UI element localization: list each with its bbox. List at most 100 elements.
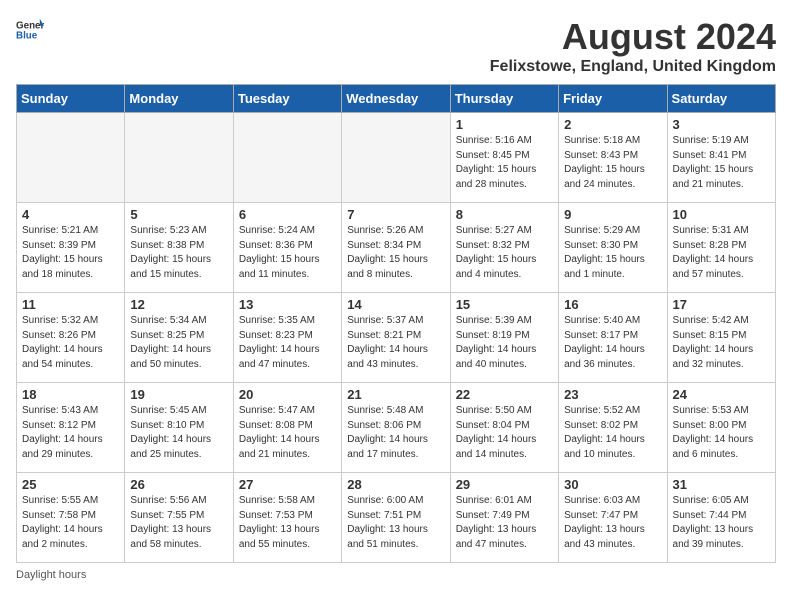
day-info: Sunrise: 5:43 AMSunset: 8:12 PMDaylight:… — [22, 404, 119, 462]
calendar-cell: 23 Sunrise: 5:52 AMSunset: 8:02 PMDayligh… — [559, 383, 667, 473]
day-info: Sunrise: 5:40 AMSunset: 8:17 PMDaylight:… — [564, 314, 661, 372]
day-info: Sunrise: 5:42 AMSunset: 8:15 PMDaylight:… — [673, 314, 770, 372]
day-info: Sunrise: 5:45 AMSunset: 8:10 PMDaylight:… — [130, 404, 227, 462]
day-info: Sunrise: 5:27 AMSunset: 8:32 PMDaylight:… — [456, 224, 553, 282]
day-info: Sunrise: 5:16 AMSunset: 8:45 PMDaylight:… — [456, 134, 553, 192]
day-number: 7 — [347, 207, 444, 222]
calendar-cell: 26 Sunrise: 5:56 AMSunset: 7:55 PMDayligh… — [125, 473, 233, 563]
calendar-cell: 28 Sunrise: 6:00 AMSunset: 7:51 PMDayligh… — [342, 473, 450, 563]
col-header-wednesday: Wednesday — [342, 85, 450, 113]
day-number: 4 — [22, 207, 119, 222]
day-number: 16 — [564, 297, 661, 312]
calendar-cell: 7Sunrise: 5:26 AMSunset: 8:34 PMDaylight… — [342, 203, 450, 293]
col-header-friday: Friday — [559, 85, 667, 113]
calendar-cell: 12 Sunrise: 5:34 AMSunset: 8:25 PMDayligh… — [125, 293, 233, 383]
day-info: Sunrise: 6:05 AMSunset: 7:44 PMDaylight:… — [673, 494, 770, 552]
header: General Blue August 2024 Felixstowe, Eng… — [16, 16, 776, 76]
day-info: Sunrise: 5:31 AMSunset: 8:28 PMDaylight:… — [673, 224, 770, 282]
day-number: 8 — [456, 207, 553, 222]
logo-icon: General Blue — [16, 16, 44, 44]
day-info: Sunrise: 5:23 AMSunset: 8:38 PMDaylight:… — [130, 224, 227, 282]
day-info: Sunrise: 5:58 AMSunset: 7:53 PMDaylight:… — [239, 494, 336, 552]
day-info: Sunrise: 5:53 AMSunset: 8:00 PMDaylight:… — [673, 404, 770, 462]
col-header-thursday: Thursday — [450, 85, 558, 113]
day-number: 23 — [564, 387, 661, 402]
day-info: Sunrise: 5:21 AMSunset: 8:39 PMDaylight:… — [22, 224, 119, 282]
day-number: 11 — [22, 297, 119, 312]
footer-note: Daylight hours — [16, 569, 776, 581]
day-number: 10 — [673, 207, 770, 222]
col-header-monday: Monday — [125, 85, 233, 113]
day-info: Sunrise: 5:39 AMSunset: 8:19 PMDaylight:… — [456, 314, 553, 372]
day-number: 26 — [130, 477, 227, 492]
calendar-cell: 13 Sunrise: 5:35 AMSunset: 8:23 PMDayligh… — [233, 293, 341, 383]
calendar-cell: 18 Sunrise: 5:43 AMSunset: 8:12 PMDayligh… — [17, 383, 125, 473]
col-header-saturday: Saturday — [667, 85, 775, 113]
day-info: Sunrise: 5:29 AMSunset: 8:30 PMDaylight:… — [564, 224, 661, 282]
day-info: Sunrise: 5:47 AMSunset: 8:08 PMDaylight:… — [239, 404, 336, 462]
col-header-sunday: Sunday — [17, 85, 125, 113]
day-number: 18 — [22, 387, 119, 402]
week-row-5: 25Sunrise: 5:55 AMSunset: 7:58 PMDayligh… — [17, 473, 776, 563]
calendar-cell: 9 Sunrise: 5:29 AMSunset: 8:30 PMDaylight… — [559, 203, 667, 293]
col-header-tuesday: Tuesday — [233, 85, 341, 113]
calendar-cell — [342, 113, 450, 203]
calendar-cell: 25Sunrise: 5:55 AMSunset: 7:58 PMDayligh… — [17, 473, 125, 563]
day-number: 5 — [130, 207, 227, 222]
calendar-cell: 6 Sunrise: 5:24 AMSunset: 8:36 PMDaylight… — [233, 203, 341, 293]
day-number: 6 — [239, 207, 336, 222]
calendar-cell: 17Sunrise: 5:42 AMSunset: 8:15 PMDayligh… — [667, 293, 775, 383]
day-info: Sunrise: 5:35 AMSunset: 8:23 PMDaylight:… — [239, 314, 336, 372]
day-number: 2 — [564, 117, 661, 132]
calendar-cell: 10 Sunrise: 5:31 AMSunset: 8:28 PMDayligh… — [667, 203, 775, 293]
day-number: 22 — [456, 387, 553, 402]
week-row-2: 4 Sunrise: 5:21 AMSunset: 8:39 PMDaylight… — [17, 203, 776, 293]
calendar-cell: 19 Sunrise: 5:45 AMSunset: 8:10 PMDayligh… — [125, 383, 233, 473]
calendar-cell: 22 Sunrise: 5:50 AMSunset: 8:04 PMDayligh… — [450, 383, 558, 473]
day-number: 29 — [456, 477, 553, 492]
calendar-cell: 1Sunrise: 5:16 AMSunset: 8:45 PMDaylight… — [450, 113, 558, 203]
day-info: Sunrise: 5:55 AMSunset: 7:58 PMDaylight:… — [22, 494, 119, 552]
day-number: 9 — [564, 207, 661, 222]
calendar-cell: 16 Sunrise: 5:40 AMSunset: 8:17 PMDayligh… — [559, 293, 667, 383]
day-info: Sunrise: 5:18 AMSunset: 8:43 PMDaylight:… — [564, 134, 661, 192]
calendar-cell — [17, 113, 125, 203]
day-info: Sunrise: 6:00 AMSunset: 7:51 PMDaylight:… — [347, 494, 444, 552]
calendar-cell: 20 Sunrise: 5:47 AMSunset: 8:08 PMDayligh… — [233, 383, 341, 473]
calendar-cell: 8 Sunrise: 5:27 AMSunset: 8:32 PMDaylight… — [450, 203, 558, 293]
calendar-cell — [125, 113, 233, 203]
calendar-cell: 31Sunrise: 6:05 AMSunset: 7:44 PMDayligh… — [667, 473, 775, 563]
day-info: Sunrise: 5:52 AMSunset: 8:02 PMDaylight:… — [564, 404, 661, 462]
day-number: 28 — [347, 477, 444, 492]
day-number: 14 — [347, 297, 444, 312]
logo: General Blue — [16, 16, 44, 44]
calendar-table: SundayMondayTuesdayWednesdayThursdayFrid… — [16, 84, 776, 563]
day-number: 3 — [673, 117, 770, 132]
location-title: Felixstowe, England, United Kingdom — [490, 58, 776, 76]
week-row-4: 18 Sunrise: 5:43 AMSunset: 8:12 PMDayligh… — [17, 383, 776, 473]
day-number: 20 — [239, 387, 336, 402]
calendar-cell — [233, 113, 341, 203]
calendar-cell: 4 Sunrise: 5:21 AMSunset: 8:39 PMDaylight… — [17, 203, 125, 293]
calendar-cell: 11 Sunrise: 5:32 AMSunset: 8:26 PMDayligh… — [17, 293, 125, 383]
day-info: Sunrise: 5:32 AMSunset: 8:26 PMDaylight:… — [22, 314, 119, 372]
calendar-cell: 2 Sunrise: 5:18 AMSunset: 8:43 PMDaylight… — [559, 113, 667, 203]
day-number: 27 — [239, 477, 336, 492]
calendar-cell: 29Sunrise: 6:01 AMSunset: 7:49 PMDayligh… — [450, 473, 558, 563]
day-number: 15 — [456, 297, 553, 312]
calendar-cell: 3 Sunrise: 5:19 AMSunset: 8:41 PMDaylight… — [667, 113, 775, 203]
day-number: 19 — [130, 387, 227, 402]
day-info: Sunrise: 5:34 AMSunset: 8:25 PMDaylight:… — [130, 314, 227, 372]
day-number: 30 — [564, 477, 661, 492]
day-number: 12 — [130, 297, 227, 312]
calendar-cell: 14Sunrise: 5:37 AMSunset: 8:21 PMDayligh… — [342, 293, 450, 383]
calendar-cell: 15 Sunrise: 5:39 AMSunset: 8:19 PMDayligh… — [450, 293, 558, 383]
calendar-cell: 21Sunrise: 5:48 AMSunset: 8:06 PMDayligh… — [342, 383, 450, 473]
day-number: 13 — [239, 297, 336, 312]
day-info: Sunrise: 5:24 AMSunset: 8:36 PMDaylight:… — [239, 224, 336, 282]
day-info: Sunrise: 5:56 AMSunset: 7:55 PMDaylight:… — [130, 494, 227, 552]
day-info: Sunrise: 5:50 AMSunset: 8:04 PMDaylight:… — [456, 404, 553, 462]
calendar-cell: 30Sunrise: 6:03 AMSunset: 7:47 PMDayligh… — [559, 473, 667, 563]
day-info: Sunrise: 5:19 AMSunset: 8:41 PMDaylight:… — [673, 134, 770, 192]
day-number: 21 — [347, 387, 444, 402]
